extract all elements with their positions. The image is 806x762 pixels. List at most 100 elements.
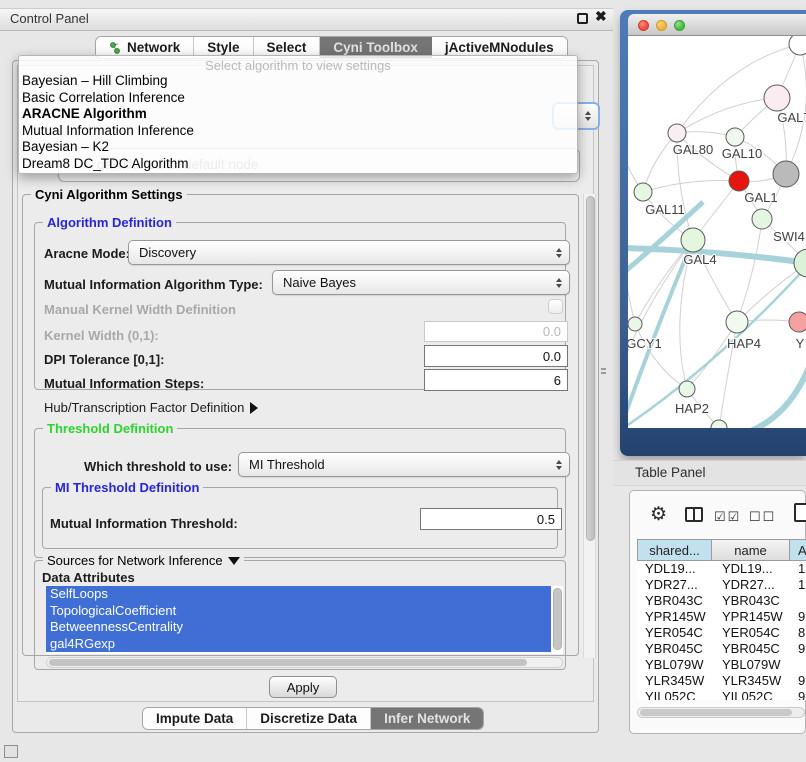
select-all-checkboxes-icon[interactable]: ☑☑	[714, 509, 741, 525]
network-node-gal10[interactable]	[726, 128, 744, 146]
sources-title-text: Sources for Network Inference	[47, 553, 223, 568]
network-edge[interactable]	[736, 354, 806, 428]
network-canvas[interactable]: GAL7GAL80GAL10GAL1GAL11SWI4GAL4HAP4YGCY1…	[628, 36, 806, 428]
table-row[interactable]: YBR043CYBR043C	[637, 593, 806, 609]
deselect-checkboxes-icon[interactable]: ☐☐	[749, 509, 776, 525]
network-node[interactable]	[789, 36, 806, 55]
aracne-mode-combo[interactable]: Discovery	[128, 240, 570, 265]
which-threshold-combo[interactable]: MI Threshold	[238, 452, 570, 477]
hub-definition-toggle[interactable]: Hub/Transcription Factor Definition	[44, 400, 258, 415]
tab-impute-data[interactable]: Impute Data	[143, 708, 247, 729]
network-node[interactable]	[773, 161, 799, 187]
data-attributes-list[interactable]: SelfLoopsTopologicalCoefficientBetweenne…	[46, 586, 563, 654]
manual-kernel-checkbox[interactable]	[548, 299, 563, 314]
network-node-gal1[interactable]	[729, 171, 749, 191]
table-cell: YIL052C	[637, 689, 712, 700]
table-row[interactable]: YIL052CYIL052C9	[637, 689, 806, 700]
settings-vertical-scrollbar[interactable]	[583, 194, 596, 658]
apply-button[interactable]: Apply	[269, 676, 337, 698]
network-node-label: GAL4	[683, 252, 716, 267]
table-cell: YBR045C	[637, 641, 712, 657]
mi-steps-field[interactable]: 6	[424, 369, 568, 391]
mac-minimize-icon[interactable]	[656, 20, 667, 31]
table-row[interactable]: YLR345WYLR345W9.	[637, 673, 806, 689]
network-edge[interactable]	[687, 322, 737, 389]
kernel-width-label: Kernel Width (0,1):	[44, 328, 159, 343]
network-node-gal7[interactable]	[764, 85, 790, 111]
tab-infer-network[interactable]: Infer Network	[371, 708, 483, 729]
gear-icon[interactable]: ⚙	[650, 503, 667, 526]
table-column-header[interactable]: name	[712, 539, 790, 561]
table-cell: YIL052C	[712, 689, 790, 700]
dropdown-item[interactable]: Mutual Information Inference	[19, 123, 577, 140]
table-row[interactable]: YDL19...YDL19...13	[637, 561, 806, 577]
network-node-gal4[interactable]	[681, 228, 705, 252]
network-node-label: HAP4	[727, 336, 761, 351]
kernel-width-field[interactable]: 0.0	[424, 321, 568, 342]
dropdown-item[interactable]: ARACNE Algorithm	[19, 106, 577, 123]
combo-spinner-icon	[556, 248, 562, 258]
network-edge[interactable]	[737, 219, 762, 322]
data-attribute-item[interactable]: TopologicalCoefficient	[46, 603, 551, 620]
mac-zoom-icon[interactable]	[674, 20, 685, 31]
close-panel-icon[interactable]: ✖	[595, 8, 607, 25]
table-column-header[interactable]: A	[790, 539, 806, 561]
network-edge[interactable]	[677, 98, 777, 133]
mi-type-combo[interactable]: Naive Bayes	[272, 270, 570, 295]
table-doc-icon[interactable]	[794, 503, 806, 522]
scrollbar-thumb[interactable]	[640, 709, 792, 716]
data-attribute-item[interactable]: gal4RGexp	[46, 636, 551, 653]
list-horizontal-scrollbar[interactable]	[46, 657, 563, 668]
float-panel-icon[interactable]	[577, 13, 588, 24]
screen: Control Panel ✖ NetworkStyleSelectCyni T…	[0, 0, 806, 762]
table-cell: YDR27...	[712, 577, 790, 593]
sources-title[interactable]: Sources for Network Inference	[43, 553, 244, 568]
table-column-header[interactable]: shared...	[637, 539, 712, 561]
table-horizontal-scrollbar[interactable]	[637, 707, 805, 718]
network-node-hap2[interactable]	[679, 381, 695, 397]
network-view-window[interactable]: GAL7GAL80GAL10GAL1GAL11SWI4GAL4HAP4YGCY1…	[620, 10, 806, 456]
table-row[interactable]: YPR145WYPR145W9.	[637, 609, 806, 625]
dock-panel-icon[interactable]	[4, 745, 18, 758]
network-node-label: SWI4	[773, 229, 805, 244]
network-node-y[interactable]	[789, 312, 806, 332]
dpi-tolerance-field[interactable]: 0.0	[424, 345, 568, 367]
dropdown-item[interactable]: Dream8 DC_TDC Algorithm	[19, 156, 577, 173]
table-row[interactable]: YDR27...YDR27...12	[637, 577, 806, 593]
table-cell: 13	[790, 561, 806, 577]
network-node-swi4[interactable]	[752, 209, 772, 229]
scrollbar-thumb[interactable]	[49, 659, 527, 666]
data-attribute-item[interactable]: BetweennessCentrality	[46, 619, 551, 636]
dropdown-item[interactable]: Basic Correlation Inference	[19, 90, 577, 107]
network-window-titlebar[interactable]	[628, 14, 806, 36]
network-node-gal80[interactable]	[668, 124, 686, 142]
mi-type-value: Naive Bayes	[283, 275, 356, 290]
network-edge[interactable]	[635, 324, 687, 389]
scrollbar-thumb[interactable]	[586, 196, 595, 541]
dropdown-item[interactable]: Bayesian – K2	[19, 139, 577, 156]
dropdown-item[interactable]: Bayesian – Hill Climbing	[19, 73, 577, 90]
network-node[interactable]	[794, 249, 806, 277]
table-cell: YBR045C	[712, 641, 790, 657]
table-row[interactable]: YBL079WYBL079W	[637, 657, 806, 673]
tab-discretize-data[interactable]: Discretize Data	[247, 708, 371, 729]
table-row[interactable]: YER054CYER054C8.	[637, 625, 806, 641]
split-columns-icon[interactable]	[685, 507, 703, 522]
combo-spinner-icon	[556, 278, 562, 288]
mi-steps-label: Mutual Information Steps:	[44, 376, 204, 391]
mi-type-label: Mutual Information Algorithm Type:	[44, 277, 263, 292]
network-edge[interactable]	[786, 44, 806, 174]
node-table[interactable]: shared...nameA YDL19...YDL19...13YDR27..…	[637, 539, 806, 700]
network-node-gal11[interactable]	[634, 183, 652, 201]
splitter-handle[interactable]	[601, 368, 606, 377]
table-row[interactable]: YBR045CYBR045C9.	[637, 641, 806, 657]
network-node-hap4[interactable]	[726, 311, 748, 333]
network-edge[interactable]	[628, 248, 806, 263]
list-vertical-scrollbar[interactable]	[553, 588, 562, 650]
data-attribute-item[interactable]: SelfLoops	[46, 586, 551, 603]
mi-threshold-field[interactable]: 0.5	[420, 508, 562, 530]
dropdown-placeholder: Select algorithm to view settings	[19, 56, 577, 73]
mac-close-icon[interactable]	[638, 20, 649, 31]
network-node-gcy1[interactable]	[628, 317, 642, 331]
network-edge[interactable]	[643, 180, 739, 192]
